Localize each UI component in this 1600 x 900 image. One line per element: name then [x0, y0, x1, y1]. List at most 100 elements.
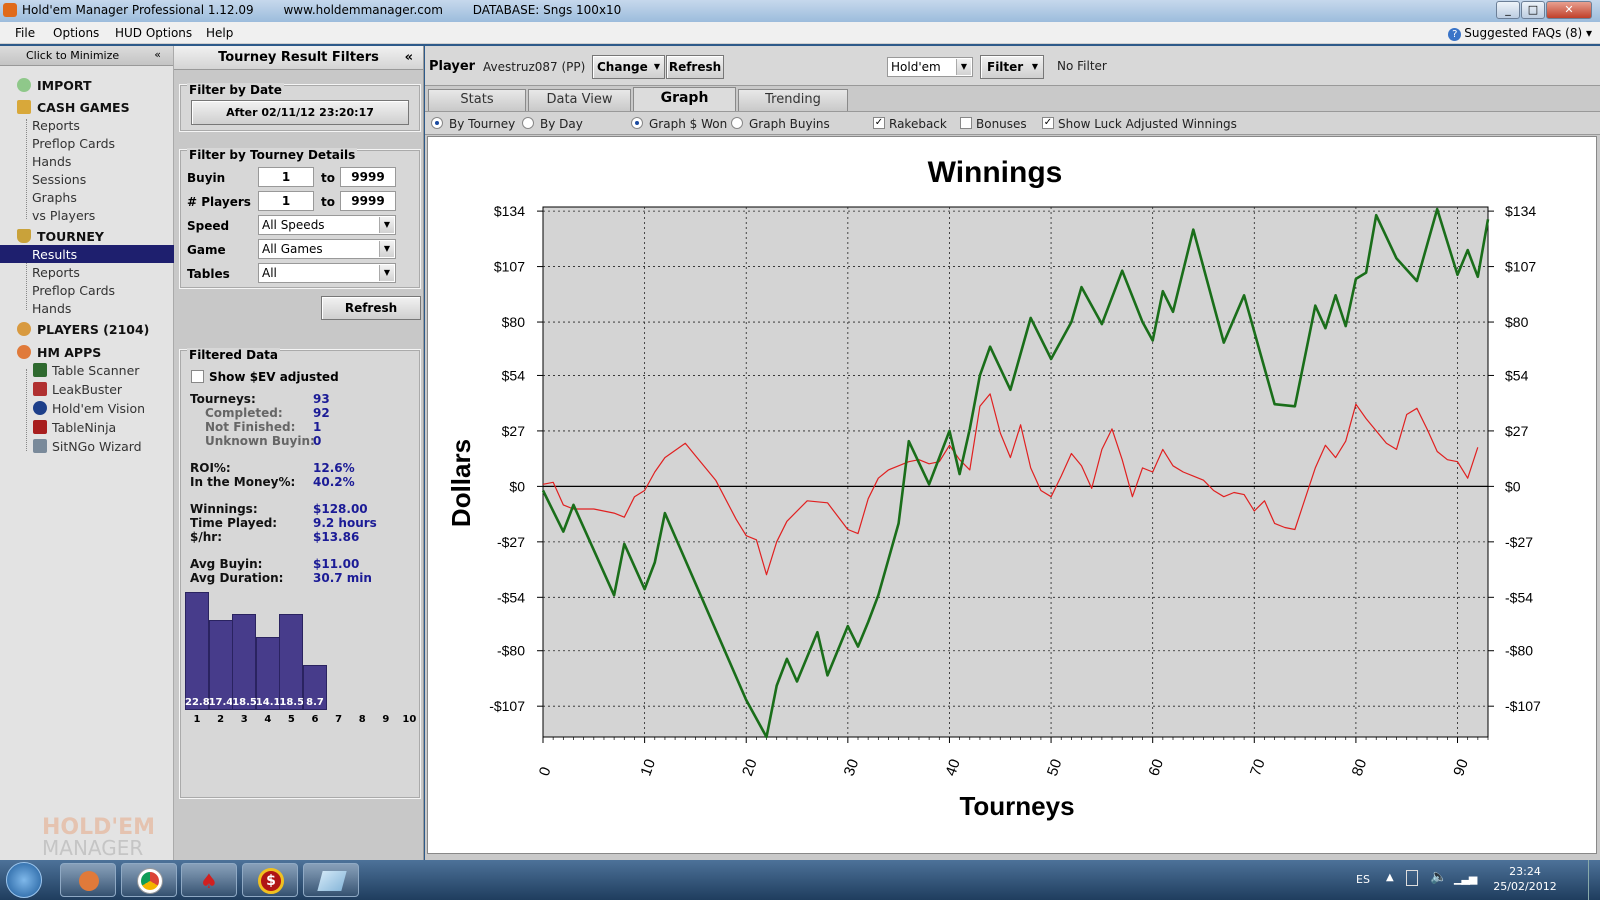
menu-help[interactable]: Help — [206, 26, 233, 40]
nav-item-label: Preflop Cards — [32, 136, 116, 151]
clock[interactable]: 23:24 25/02/2012 — [1490, 864, 1560, 894]
minimize-button[interactable]: _ — [1496, 1, 1520, 19]
main-area: Player Avestruz087 (PP) Change ▼ Refresh … — [425, 46, 1600, 860]
nav-hm-apps[interactable]: HM APPS — [0, 343, 174, 361]
start-button[interactable] — [6, 862, 42, 898]
speed-value: All Speeds — [262, 218, 325, 232]
filter-button[interactable]: Filter ▼ — [980, 55, 1044, 79]
graph-won-radio[interactable] — [631, 117, 643, 129]
y-tick-label: -$54 — [497, 589, 525, 605]
nav-cash-vs-players[interactable]: vs Players — [0, 206, 174, 224]
luck-adjusted-checkbox[interactable]: ✓ — [1042, 117, 1054, 129]
speed-label: Speed — [187, 219, 230, 233]
graph-buyins-radio[interactable] — [731, 117, 743, 129]
show-ev-label: Show $EV adjusted — [209, 370, 339, 384]
nav-cash-sessions[interactable]: Sessions — [0, 170, 174, 188]
windows-taskbar: ♠ $ ES ▲ 🔈 ▁▃▅ 23:24 25/02/2012 — [0, 860, 1600, 900]
nav-app-sitngo-wizard[interactable]: SitNGo Wizard — [0, 437, 174, 455]
unknown-buyin-value: 0 — [313, 434, 322, 448]
nav-app-leakbuster[interactable]: LeakBuster — [0, 380, 174, 398]
chevron-down-icon: ▼ — [379, 265, 394, 281]
navigation-sidebar: Click to Minimize « IMPORT CASH GAMES Re… — [0, 46, 174, 860]
language-indicator[interactable]: ES — [1356, 873, 1370, 886]
date-filter-button[interactable]: After 02/11/12 23:20:17 — [191, 100, 409, 125]
chart-title: Winnings — [928, 156, 1063, 189]
nav-cash-graphs[interactable]: Graphs — [0, 188, 174, 206]
tables-select[interactable]: All ▼ — [258, 263, 396, 283]
game-type-select[interactable]: Hold'em ▼ — [887, 57, 973, 77]
tab-stats[interactable]: Stats — [428, 89, 526, 111]
nav-cash-reports[interactable]: Reports — [0, 116, 174, 134]
nav-cash-hands[interactable]: Hands — [0, 152, 174, 170]
maximize-button[interactable]: □ — [1521, 1, 1545, 19]
hm-apps-icon — [17, 345, 31, 359]
taskbar-poker-app[interactable]: $ — [242, 863, 298, 897]
tab-graph[interactable]: Graph — [633, 87, 736, 111]
pokerstars-spade-icon: ♠ — [200, 869, 218, 893]
histogram-position-label: 5 — [287, 714, 295, 725]
buyin-from-input[interactable]: 1 — [258, 167, 314, 187]
nav-app-tableninja[interactable]: TableNinja — [0, 418, 174, 436]
game-select[interactable]: All Games ▼ — [258, 239, 396, 259]
nav-cash-games-label: CASH GAMES — [37, 100, 130, 115]
show-desktop-button[interactable] — [1588, 860, 1600, 900]
player-refresh-button[interactable]: Refresh — [666, 55, 724, 79]
y-tick-label: $134 — [494, 203, 525, 219]
nav-players[interactable]: PLAYERS (2104) — [0, 320, 174, 338]
players-from-input[interactable]: 1 — [258, 191, 314, 211]
minimize-nav-button[interactable]: Click to Minimize « — [0, 46, 173, 66]
show-ev-checkbox[interactable] — [191, 370, 204, 383]
menu-file[interactable]: File — [15, 26, 35, 40]
buyin-to-input[interactable]: 9999 — [340, 167, 396, 187]
close-button[interactable]: ✕ — [1546, 1, 1592, 19]
taskbar-notepad[interactable] — [303, 863, 359, 897]
menu-hud-options[interactable]: HUD Options — [115, 26, 192, 40]
tab-data-view[interactable]: Data View — [528, 89, 631, 111]
nav-tourney-reports[interactable]: Reports — [0, 263, 174, 281]
double-chevron-left-icon: « — [154, 48, 161, 61]
change-player-button[interactable]: Change ▼ — [592, 55, 665, 79]
collapse-panel-icon[interactable]: « — [405, 46, 413, 70]
by-day-radio[interactable] — [522, 117, 534, 129]
nav-tourney[interactable]: TOURNEY — [0, 227, 174, 245]
nav-app-table-scanner[interactable]: Table Scanner — [0, 361, 174, 379]
nav-cash-preflop-cards[interactable]: Preflop Cards — [0, 134, 174, 152]
not-finished-label: Not Finished: — [205, 420, 296, 434]
taskbar-pokerstars[interactable]: ♠ — [181, 863, 237, 897]
histogram-position-label: 3 — [240, 714, 248, 725]
nav-app-holdem-vision[interactable]: Hold'em Vision — [0, 399, 174, 417]
histogram-position-label: 1 — [193, 714, 201, 725]
suggested-faqs[interactable]: ? Suggested FAQs (8) ▾ — [1448, 26, 1592, 41]
roi-label: ROI%: — [190, 461, 231, 475]
speed-select[interactable]: All Speeds ▼ — [258, 215, 396, 235]
by-tourney-radio[interactable] — [431, 117, 443, 129]
taskbar-chrome[interactable] — [121, 863, 177, 897]
rakeback-checkbox[interactable]: ✓ — [873, 117, 885, 129]
nav-tourney-hands[interactable]: Hands — [0, 299, 174, 317]
filter-by-details-box: Filter by Tourney Details Buyin 1 to 999… — [179, 148, 421, 289]
nav-item-label: Results — [32, 247, 78, 262]
nav-tourney-results[interactable]: Results — [0, 245, 174, 263]
nav-hm-apps-label: HM APPS — [37, 345, 102, 360]
winnings-label: Winnings: — [190, 502, 258, 516]
table-scanner-icon — [33, 363, 47, 377]
nav-tourney-preflop-cards[interactable]: Preflop Cards — [0, 281, 174, 299]
network-tray-icon[interactable] — [1406, 870, 1418, 886]
tray-expand-icon[interactable]: ▲ — [1386, 872, 1394, 883]
faq-label: Suggested FAQs (8) — [1464, 26, 1583, 40]
graph-won-label: Graph $ Won — [649, 117, 728, 131]
bonuses-checkbox[interactable] — [960, 117, 972, 129]
tab-trending[interactable]: Trending — [738, 89, 848, 111]
signal-icon[interactable]: ▁▃▅ — [1454, 872, 1477, 885]
nav-import[interactable]: IMPORT — [0, 76, 174, 94]
taskbar-holdem-manager[interactable] — [60, 863, 116, 897]
menu-options[interactable]: Options — [53, 26, 99, 40]
filters-refresh-button[interactable]: Refresh — [321, 296, 421, 320]
players-to-input[interactable]: 9999 — [340, 191, 396, 211]
x-tick-label: 20 — [739, 757, 761, 778]
nav-cash-games[interactable]: CASH GAMES — [0, 98, 174, 116]
minimize-label: Click to Minimize — [26, 49, 120, 62]
histogram-position-label: 7 — [335, 714, 343, 725]
volume-icon[interactable]: 🔈 — [1430, 869, 1447, 885]
x-tick-label: 70 — [1247, 757, 1269, 778]
